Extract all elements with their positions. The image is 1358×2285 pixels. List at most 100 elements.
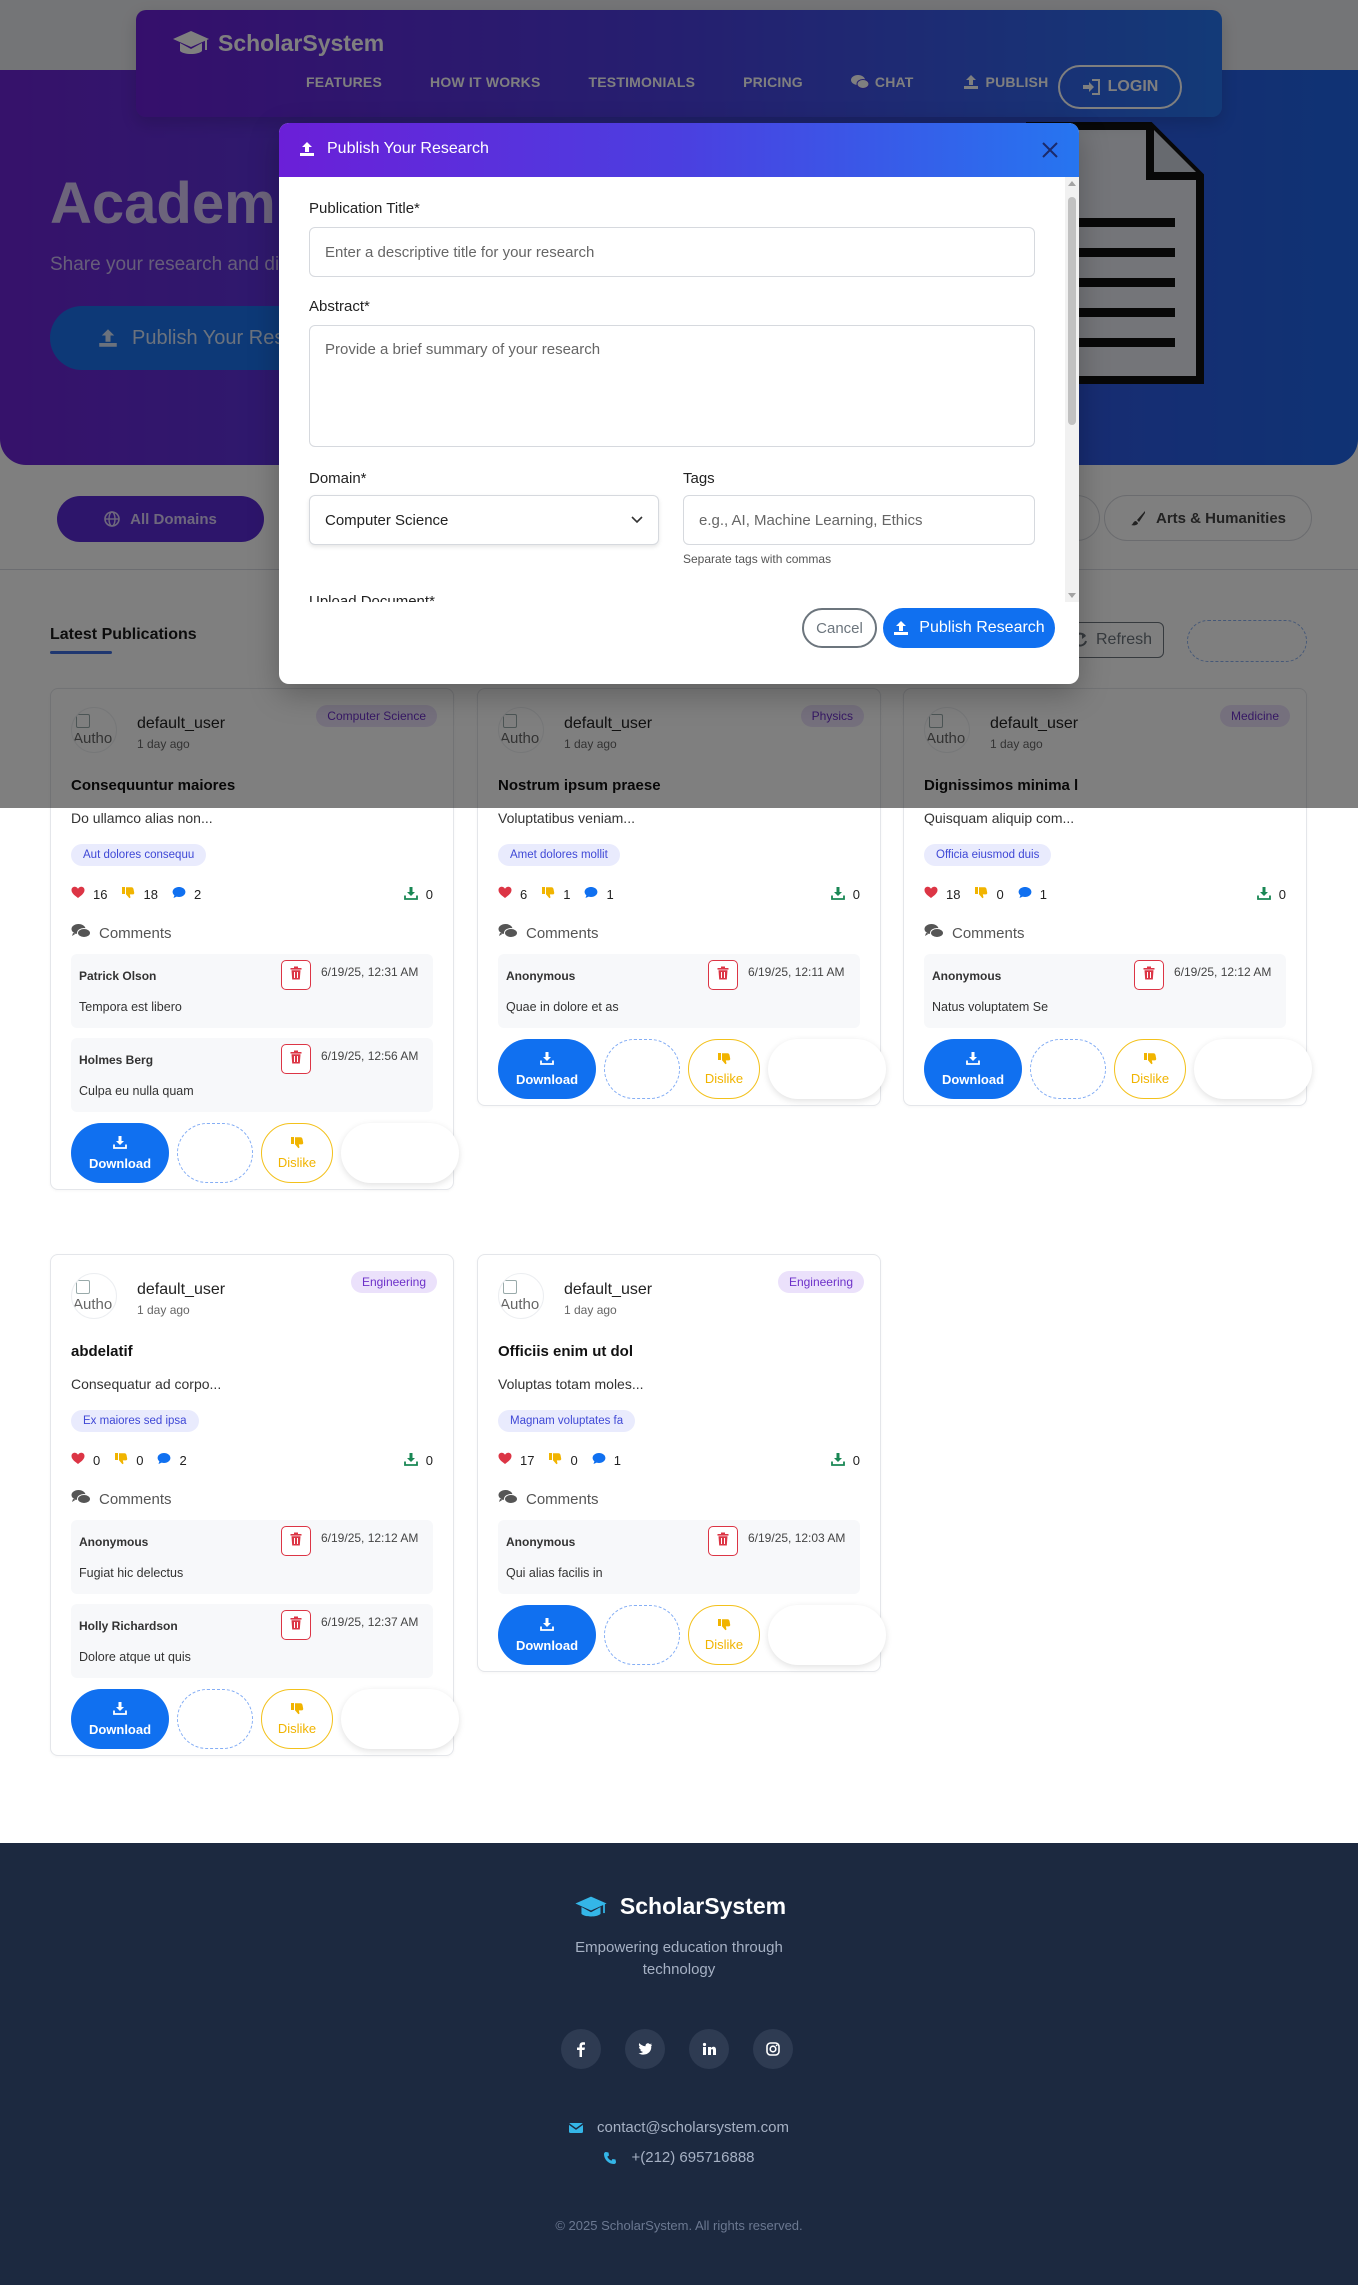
thumbs-down-icon [717, 1618, 731, 1634]
delete-comment-button[interactable] [708, 1526, 738, 1556]
download-button[interactable]: Download [71, 1689, 169, 1749]
comments-label: Comments [526, 1490, 599, 1508]
comment-author: Holly Richardson [79, 1619, 178, 1633]
tag-badge[interactable]: Magnam voluptates fa [498, 1410, 636, 1432]
publication-title[interactable]: abdelatif [71, 1343, 133, 1360]
card-actions: Download Dislike [498, 1605, 898, 1667]
dislike-button[interactable]: Dislike [688, 1039, 760, 1099]
dislike-button[interactable]: Dislike [688, 1605, 760, 1665]
comment-date: 6/19/25, 12:03 AM [748, 1531, 846, 1545]
cancel-button[interactable]: Cancel [802, 608, 877, 648]
share-button[interactable] [341, 1123, 459, 1183]
abstract-textarea[interactable]: Provide a brief summary of your research [309, 325, 1035, 447]
trash-icon [290, 1532, 302, 1551]
delete-comment-button[interactable] [281, 1526, 311, 1556]
comment-count-value: 1 [1039, 886, 1047, 902]
like-button[interactable] [177, 1123, 253, 1183]
dislike-button[interactable]: Dislike [1114, 1039, 1186, 1099]
tag-badge[interactable]: Ex maiores sed ipsa [71, 1410, 199, 1432]
abstract-label: Abstract* [309, 298, 370, 315]
avatar-alt-text: Autho [73, 1296, 113, 1313]
share-button[interactable] [768, 1605, 886, 1665]
download-count-value: 0 [425, 1453, 433, 1468]
comments-label: Comments [99, 1490, 172, 1508]
domain-badge: Engineering [777, 1271, 864, 1293]
delete-comment-button[interactable] [281, 1610, 311, 1640]
author-name[interactable]: default_user [564, 1281, 652, 1299]
thumbs-down-icon [541, 886, 555, 902]
share-button[interactable] [341, 1689, 459, 1749]
scroll-down-arrow[interactable] [1068, 593, 1076, 598]
comment-date: 6/19/25, 12:37 AM [321, 1615, 419, 1629]
delete-comment-button[interactable] [708, 960, 738, 990]
footer-email[interactable]: contact@scholarsystem.com [0, 2119, 1358, 2136]
comments-icon [924, 923, 944, 943]
download-button[interactable]: Download [498, 1605, 596, 1665]
comment-icon [157, 1452, 171, 1468]
comment-author: Holmes Berg [79, 1053, 154, 1067]
footer-brand: ScholarSystem [0, 1893, 1358, 1920]
like-count-value: 6 [520, 886, 528, 902]
close-icon[interactable] [1040, 140, 1060, 160]
upload-label: Upload Document* [309, 593, 435, 602]
domain-select[interactable]: Computer Science [309, 495, 659, 545]
scroll-thumb[interactable] [1068, 197, 1076, 425]
modal-title: Publish Your Research [299, 140, 489, 158]
dislike-label: Dislike [704, 1071, 744, 1086]
delete-comment-button[interactable] [281, 1044, 311, 1074]
linkedin-icon[interactable] [689, 2029, 729, 2069]
download-icon [113, 1701, 127, 1718]
publication-title[interactable]: Officiis enim ut dol [498, 1343, 633, 1360]
publish-research-label: Publish Research [919, 619, 1045, 636]
abstract-placeholder: Provide a brief summary of your research [325, 341, 601, 358]
like-button[interactable] [604, 1605, 680, 1665]
share-button[interactable] [1194, 1039, 1312, 1099]
dislike-button[interactable]: Dislike [261, 1123, 333, 1183]
author-name[interactable]: default_user [137, 1281, 225, 1299]
like-button[interactable] [177, 1689, 253, 1749]
upload-icon [894, 621, 909, 635]
twitter-icon[interactable] [625, 2029, 665, 2069]
modal-body: Publication Title* Enter a descriptive t… [279, 177, 1065, 602]
publication-title-input[interactable]: Enter a descriptive title for your resea… [309, 227, 1035, 277]
like-button[interactable] [604, 1039, 680, 1099]
publication-abstract: Consequatur ad corpo... [71, 1376, 222, 1392]
publish-research-button[interactable]: Publish Research [883, 608, 1055, 648]
download-button[interactable]: Download [924, 1039, 1022, 1099]
footer-tagline: Empowering education through technology [575, 1939, 783, 1978]
dislike-button[interactable]: Dislike [261, 1689, 333, 1749]
comment-item: Holmes Berg 6/19/25, 12:56 AM Culpa eu nul… [71, 1038, 433, 1112]
download-button[interactable]: Download [71, 1123, 169, 1183]
broken-image-icon [503, 1280, 517, 1294]
comment-count-value: 2 [193, 886, 202, 902]
upload-icon [300, 142, 314, 156]
share-button[interactable] [768, 1039, 886, 1099]
trash-icon [1143, 966, 1155, 985]
dislike-count: 18 [121, 886, 158, 902]
tags-input[interactable]: e.g., AI, Machine Learning, Ethics [683, 495, 1035, 545]
comment-text: Dolore atque ut quis [79, 1650, 191, 1664]
scroll-up-arrow[interactable] [1068, 181, 1076, 186]
chevron-down-icon [631, 516, 643, 524]
comment-text: Culpa eu nulla quam [79, 1084, 194, 1098]
instagram-icon[interactable] [753, 2029, 793, 2069]
trash-icon [290, 1616, 302, 1635]
tag-badge[interactable]: Amet dolores mollit [498, 844, 620, 866]
trash-icon [717, 966, 729, 985]
download-count-value: 0 [852, 1453, 860, 1468]
thumbs-down-icon [974, 886, 988, 902]
card-actions: Download Dislike [71, 1689, 471, 1751]
facebook-icon[interactable] [561, 2029, 601, 2069]
dislike-count: 0 [548, 1452, 578, 1468]
comment-item: Anonymous 6/19/25, 12:11 AM Quae in dolore… [498, 954, 860, 1028]
tag-badge[interactable]: Officia eiusmod duis [924, 844, 1052, 866]
modal-scrollbar[interactable] [1065, 177, 1079, 602]
download-button[interactable]: Download [498, 1039, 596, 1099]
download-icon [966, 1051, 980, 1068]
like-button[interactable] [1030, 1039, 1106, 1099]
comment-date: 6/19/25, 12:12 AM [1174, 965, 1272, 979]
tag-badge[interactable]: Aut dolores consequu [71, 844, 207, 866]
delete-comment-button[interactable] [281, 960, 311, 990]
footer-phone[interactable]: +(212) 695716888 [0, 2149, 1358, 2166]
delete-comment-button[interactable] [1134, 960, 1164, 990]
